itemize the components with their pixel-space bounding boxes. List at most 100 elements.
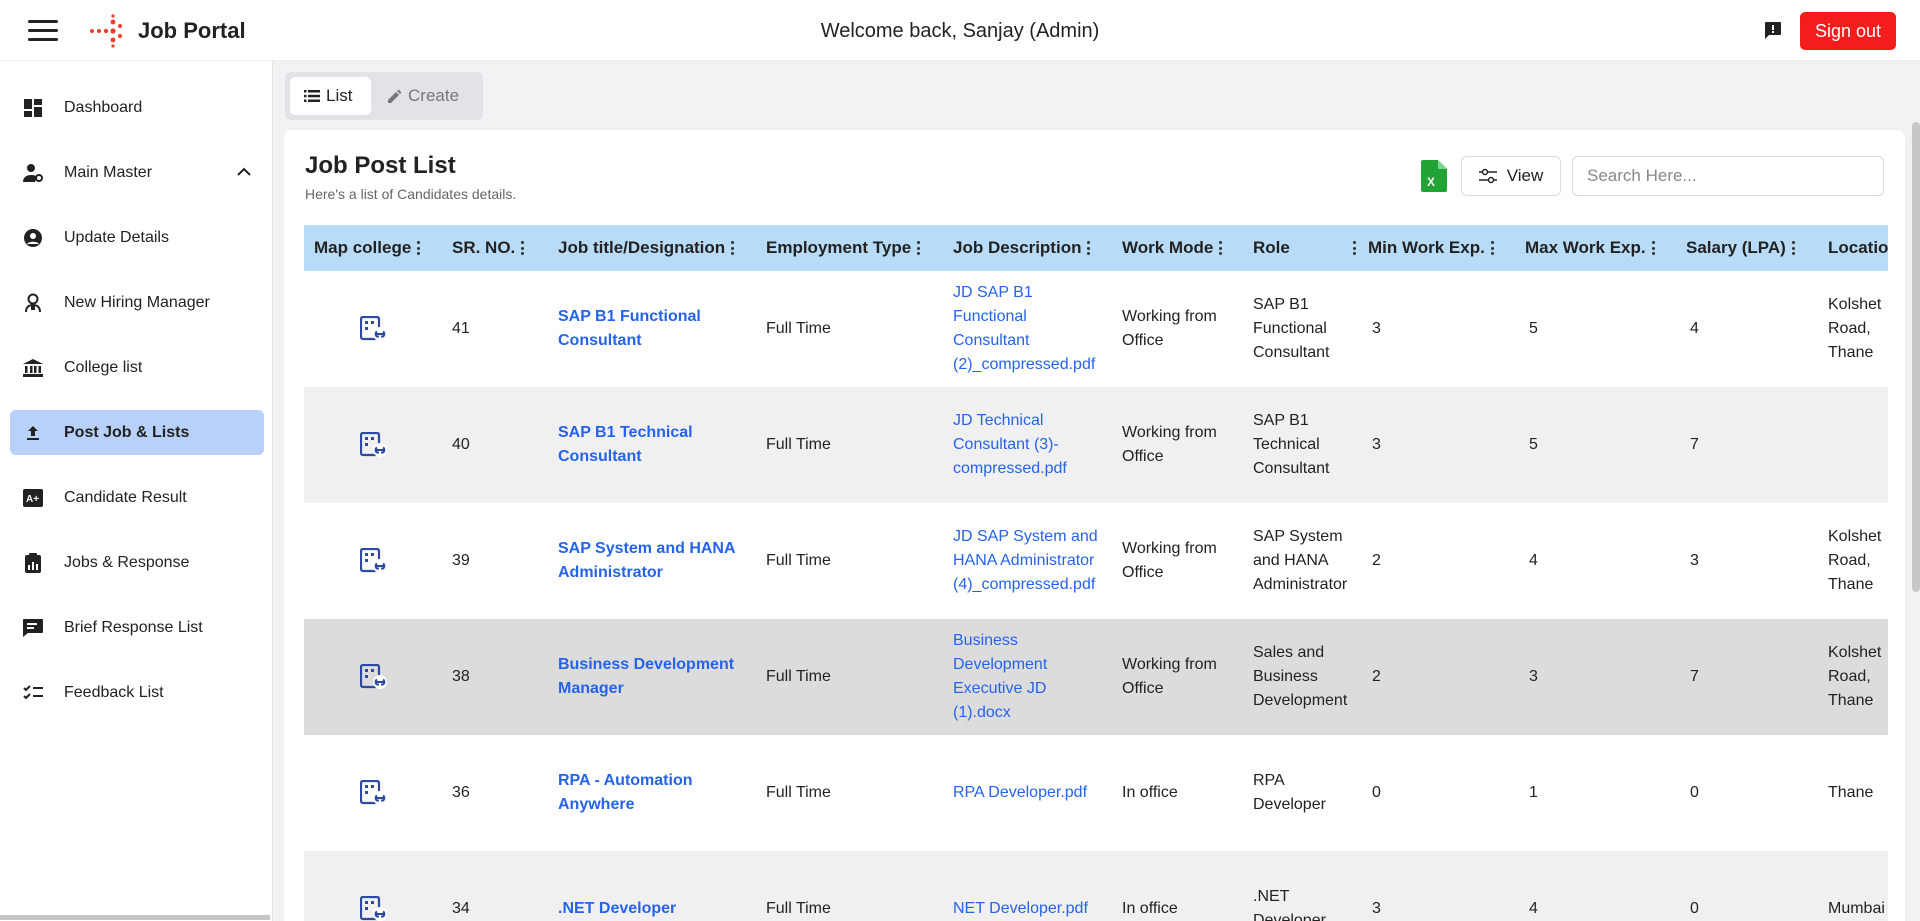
column-menu-icon[interactable] xyxy=(1651,241,1656,255)
map-college-cell xyxy=(360,735,388,851)
cell-mode: In office xyxy=(1122,900,1178,917)
column-menu-icon[interactable] xyxy=(521,241,525,255)
job-title-link[interactable]: RPA - Automation Anywhere xyxy=(558,735,754,851)
job-description-link[interactable]: JD SAP B1 Functional Consultant (2)_comp… xyxy=(953,271,1105,387)
vertical-scrollbar[interactable] xyxy=(1912,122,1920,592)
sidebar-item-brief-response[interactable]: Brief Response List xyxy=(10,605,264,650)
job-description-link[interactable]: JD SAP System and HANA Administrator (4)… xyxy=(953,503,1105,619)
page-subtitle: Here's a list of Candidates details. xyxy=(305,186,517,202)
welcome-message: Welcome back, Sanjay (Admin) xyxy=(820,20,1100,42)
dashboard-icon xyxy=(22,97,44,119)
job-description-link[interactable]: RPA Developer.pdf xyxy=(953,735,1105,851)
sidebar-item-candidate-result[interactable]: A+ Candidate Result xyxy=(10,475,264,520)
chevron-up-icon[interactable] xyxy=(236,164,252,180)
column-menu-icon[interactable] xyxy=(731,241,735,255)
sidebar-item-main-master[interactable]: Main Master xyxy=(10,150,264,195)
cell-mode: Working from Office xyxy=(1122,540,1217,581)
column-header-max-work-exp[interactable]: Max Work Exp. xyxy=(1525,225,1656,271)
job-title-link[interactable]: SAP B1 Technical Consultant xyxy=(558,387,754,503)
table-row: 39 SAP System and HANA Administrator Full … xyxy=(304,503,1888,619)
sidebar-item-new-hiring-manager[interactable]: New Hiring Manager xyxy=(10,280,264,325)
checklist-icon xyxy=(22,682,44,704)
sidebar-item-jobs-response[interactable]: Jobs & Response xyxy=(10,540,264,585)
cell-min: 2 xyxy=(1372,668,1381,685)
map-college-icon[interactable] xyxy=(360,664,388,690)
table-row: 40 SAP B1 Technical Consultant Full Time JD… xyxy=(304,387,1888,503)
cell-type: Full Time xyxy=(766,668,831,685)
top-header: Job Portal Welcome back, Sanjay (Admin) … xyxy=(0,0,1920,61)
tab-create[interactable]: Create xyxy=(378,77,478,115)
cell-min: 3 xyxy=(1372,900,1381,917)
sidebar-item-feedback-list[interactable]: Feedback List xyxy=(10,670,264,715)
column-header-min-work-exp[interactable]: Min Work Exp. xyxy=(1368,225,1495,271)
cell-max: 3 xyxy=(1529,668,1538,685)
job-title-link[interactable]: SAP System and HANA Administrator xyxy=(558,503,754,619)
feedback-icon[interactable] xyxy=(1764,21,1782,39)
cell-max: 4 xyxy=(1529,552,1538,569)
clipboard-icon xyxy=(22,552,44,574)
upload-icon xyxy=(22,422,44,444)
column-header-sr-no[interactable]: SR. NO. xyxy=(452,225,525,271)
column-header-role[interactable]: Role xyxy=(1253,225,1357,271)
sidebar-item-dashboard[interactable]: Dashboard xyxy=(10,85,264,130)
column-header-job-title[interactable]: Job title/Designation xyxy=(558,225,735,271)
cell-min: 3 xyxy=(1372,436,1381,453)
map-college-icon[interactable] xyxy=(360,548,388,574)
sidebar-item-label: College list xyxy=(64,358,143,376)
cell-role: SAP System and HANA Administrator xyxy=(1253,528,1348,593)
sidebar-item-post-job[interactable]: Post Job & Lists xyxy=(10,410,264,455)
map-college-cell xyxy=(360,387,388,503)
column-header-salary[interactable]: Salary (LPA) xyxy=(1686,225,1796,271)
column-header-work-mode[interactable]: Work Mode xyxy=(1122,225,1223,271)
column-menu-icon[interactable] xyxy=(1219,241,1223,255)
column-menu-icon[interactable] xyxy=(417,241,421,255)
sidebar-item-label: New Hiring Manager xyxy=(64,293,210,311)
cell-salary: 3 xyxy=(1690,552,1699,569)
column-header-map-college[interactable]: Map college xyxy=(314,225,421,271)
cell-role: SAP B1 Technical Consultant xyxy=(1253,412,1330,477)
column-menu-icon[interactable] xyxy=(1353,241,1357,255)
job-description-link[interactable]: Business Development Executive JD (1).do… xyxy=(953,619,1105,735)
column-menu-icon[interactable] xyxy=(1490,241,1495,255)
sidebar-item-label: Main Master xyxy=(64,163,153,181)
tab-list[interactable]: List xyxy=(290,77,371,115)
list-icon xyxy=(304,90,320,102)
column-menu-icon[interactable] xyxy=(1791,241,1796,255)
svg-text:X: X xyxy=(1427,175,1435,189)
table-row: 41 SAP B1 Functional Consultant Full Time J… xyxy=(304,271,1888,387)
sign-out-button[interactable]: Sign out xyxy=(1800,12,1896,50)
search-input[interactable] xyxy=(1572,156,1884,196)
column-header-location[interactable]: Location xyxy=(1828,225,1888,271)
column-menu-icon[interactable] xyxy=(1087,241,1091,255)
pencil-icon xyxy=(388,89,402,103)
cell-salary: 0 xyxy=(1690,900,1699,917)
chat-list-icon xyxy=(22,617,44,639)
map-college-icon[interactable] xyxy=(360,780,388,806)
user-badge-icon xyxy=(22,292,44,314)
horizontal-scrollbar[interactable] xyxy=(0,915,270,920)
map-college-icon[interactable] xyxy=(360,432,388,458)
cell-sr: 41 xyxy=(452,320,470,337)
job-title-link[interactable]: SAP B1 Functional Consultant xyxy=(558,271,754,387)
sidebar-item-update-details[interactable]: Update Details xyxy=(10,215,264,260)
cell-salary: 7 xyxy=(1690,436,1699,453)
sidebar-item-label: Dashboard xyxy=(64,98,143,116)
column-header-job-description[interactable]: Job Description xyxy=(953,225,1091,271)
sidebar-item-college-list[interactable]: College list xyxy=(10,345,264,390)
job-description-link[interactable]: JD Technical Consultant (3)-compressed.p… xyxy=(953,387,1105,503)
tab-list-label: List xyxy=(326,86,353,105)
map-college-icon[interactable] xyxy=(360,316,388,342)
column-menu-icon[interactable] xyxy=(917,241,921,255)
grade-icon: A+ xyxy=(22,487,44,509)
cell-max: 4 xyxy=(1529,900,1538,917)
map-college-cell xyxy=(360,271,388,387)
map-college-icon[interactable] xyxy=(360,896,388,921)
column-header-employment-type[interactable]: Employment Type xyxy=(766,225,921,271)
job-title-link[interactable]: Business Development Manager xyxy=(558,619,754,735)
job-title-link[interactable]: .NET Developer xyxy=(558,851,754,921)
view-options-button[interactable]: View xyxy=(1461,156,1561,196)
job-description-link[interactable]: NET Developer.pdf xyxy=(953,851,1105,921)
excel-export-icon[interactable]: X xyxy=(1421,160,1447,192)
cell-type: Full Time xyxy=(766,784,831,801)
cell-type: Full Time xyxy=(766,320,831,337)
